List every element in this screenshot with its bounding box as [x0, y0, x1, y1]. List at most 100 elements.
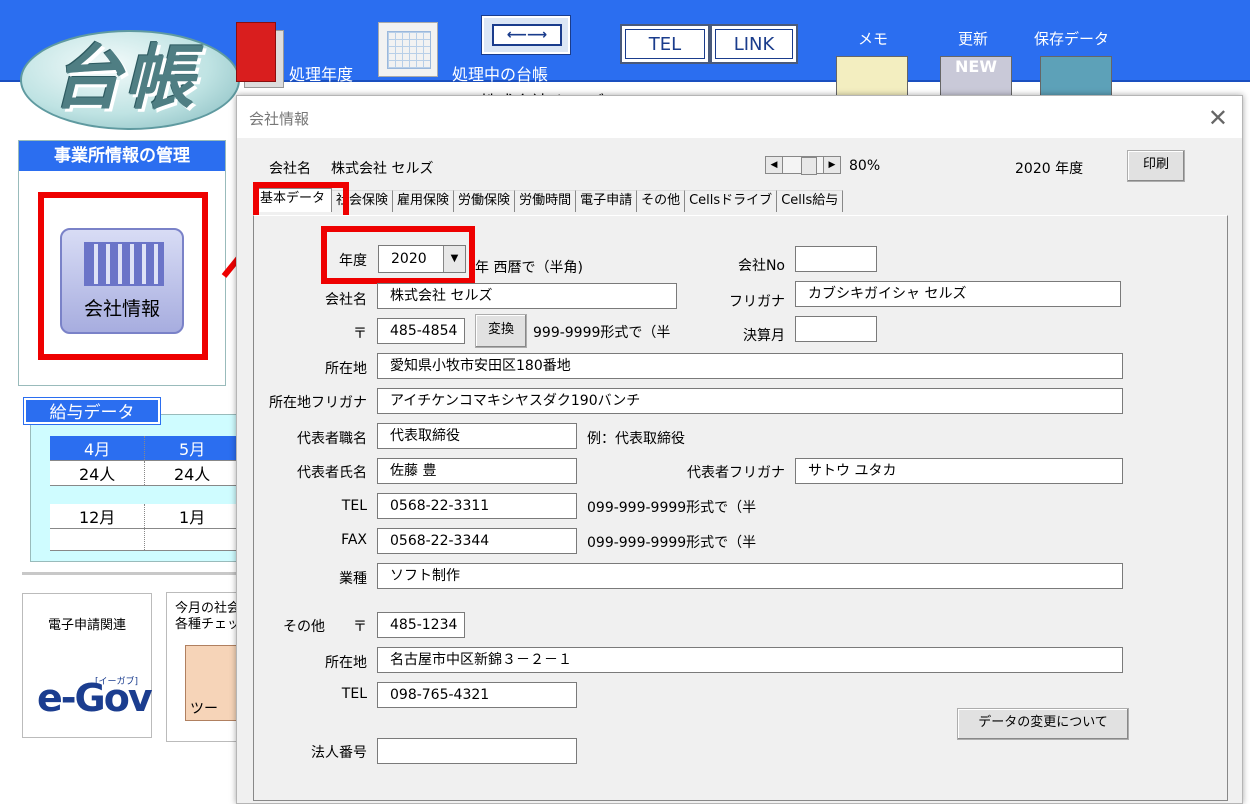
tel-label: TEL [341, 498, 367, 514]
year-select[interactable]: 2020 ▼ [378, 245, 466, 273]
company-no-field[interactable] [795, 246, 877, 272]
tab-other[interactable]: その他 [637, 190, 686, 212]
salary-grid-top: 4月 5月 24人 24人 [50, 436, 240, 486]
address-field[interactable]: 愛知県小牧市安田区180番地 [377, 353, 1123, 379]
count-cell[interactable]: 24人 [50, 460, 146, 486]
company-info-button[interactable]: 会社情報 [38, 192, 208, 360]
month-cell[interactable]: 4月 [50, 436, 146, 461]
header-company-label: 会社名 [269, 161, 311, 177]
industry-field[interactable]: ソフト制作 [377, 563, 1123, 589]
year-note: 年 西暦で（半角) [475, 260, 583, 276]
update-new-icon[interactable]: NEW [940, 56, 1012, 96]
double-arrow-icon: ⟵⟶ [492, 24, 562, 46]
rep-title-field[interactable]: 代表取締役 [377, 423, 577, 449]
fax-note: 099-999-9999形式で（半 [587, 535, 757, 551]
monthly-check-title: 今月の社会 各種チェッ [175, 601, 241, 632]
tab-bar: 基本データ 社会保険 雇用保険 労働保険 労働時間 電子申請 その他 Cellsドライブ Cel… [253, 188, 844, 212]
egov-logo-icon: e-Gov [37, 676, 153, 720]
salary-data-title: 給与データ [23, 397, 161, 425]
ledger-book-icon[interactable] [236, 22, 286, 88]
calendar-icon[interactable] [378, 22, 438, 77]
zoom-increase-icon[interactable]: ▶ [823, 156, 841, 174]
processing-year-label: 処理年度 [289, 65, 354, 84]
chevron-down-icon[interactable]: ▼ [443, 246, 465, 272]
corp-number-label: 法人番号 [311, 745, 367, 761]
tab-cells-salary[interactable]: Cells給与 [777, 190, 844, 212]
month-cell[interactable]: 5月 [144, 436, 240, 461]
name-field[interactable]: 株式会社 セルズ [377, 283, 677, 309]
header-company-value: 株式会社 セルズ [331, 161, 434, 177]
year-label: 年度 [339, 253, 367, 269]
tab-e-application[interactable]: 電子申請 [576, 190, 638, 212]
switch-arrows-button[interactable]: ⟵⟶ [481, 15, 571, 55]
company-building-icon: 会社情報 [60, 228, 184, 334]
rep-title-note: 例：代表取締役 [587, 431, 685, 447]
address-label: 所在地 [325, 361, 367, 377]
zip-note: 999-9999形式で（半 [533, 325, 671, 341]
corp-number-field[interactable] [377, 738, 577, 764]
office-management-title: 事業所情報の管理 [19, 141, 225, 171]
zoom-decrease-icon[interactable]: ◀ [765, 156, 783, 174]
salary-grid-bottom: 12月 1月 [50, 504, 240, 551]
tab-cells-drive[interactable]: Cellsドライブ [685, 190, 778, 212]
name-label: 会社名 [325, 292, 367, 308]
briefcase-icon[interactable] [1040, 56, 1112, 96]
tab-basic-data[interactable]: 基本データ [253, 188, 333, 212]
company-info-button-label: 会社情報 [83, 298, 160, 320]
furigana-field[interactable]: カブシキガイシャ セルズ [795, 281, 1121, 307]
rep-title-label: 代表者職名 [297, 431, 367, 447]
data-change-info-button[interactable]: データの変更について [957, 708, 1129, 740]
dialog-title: 会社情報 [249, 110, 310, 128]
company-info-dialog: 会社情報 ✕ 会社名 株式会社 セルズ ◀ ▶ 80% 2020 年度 印刷 基… [236, 95, 1243, 804]
egov-title: 電子申請関連 [47, 618, 126, 633]
fax-label: FAX [341, 532, 367, 548]
egov-button[interactable]: 電子申請関連 [イーガブ] e-Gov [22, 593, 153, 738]
app-logo-text: 台帳 [52, 36, 196, 119]
fiscal-month-label: 決算月 [743, 328, 785, 344]
other-zip-label: 〒 [353, 619, 367, 635]
address-kana-field[interactable]: アイチケンコマキシヤスダク190バンチ [377, 388, 1123, 414]
zoom-scrollbar[interactable]: ◀ ▶ [765, 156, 841, 175]
memo-label: メモ [858, 30, 889, 48]
other-tel-field[interactable]: 098-765-4321 [377, 682, 577, 708]
furigana-label: フリガナ [729, 294, 785, 310]
tab-employment-insurance[interactable]: 雇用保険 [393, 190, 455, 212]
link-button[interactable]: LINK [710, 24, 798, 64]
tel-button[interactable]: TEL [620, 24, 710, 64]
rep-kana-field[interactable]: サトウ ユタカ [795, 458, 1123, 484]
update-label: 更新 [958, 30, 989, 48]
zip-field[interactable]: 485-4854 [377, 318, 465, 344]
zoom-thumb[interactable] [801, 157, 817, 175]
other-address-label: 所在地 [325, 655, 367, 671]
industry-label: 業種 [339, 571, 367, 587]
company-no-label: 会社No [737, 258, 785, 274]
close-icon[interactable]: ✕ [1208, 104, 1228, 132]
count-cell[interactable] [144, 528, 240, 551]
dialog-titlebar: 会社情報 ✕ [237, 96, 1242, 138]
rep-name-field[interactable]: 佐藤 豊 [377, 458, 577, 484]
tab-labor-insurance[interactable]: 労働保険 [454, 190, 516, 212]
tel-field[interactable]: 0568-22-3311 [377, 493, 577, 519]
other-zip-field[interactable]: 485-1234 [377, 612, 465, 638]
fiscal-month-field[interactable] [795, 316, 877, 342]
other-label: その他 [283, 619, 325, 635]
tab-working-hours[interactable]: 労働時間 [515, 190, 577, 212]
rep-kana-label: 代表者フリガナ [687, 465, 785, 481]
checklist-icon: ツー [185, 645, 241, 721]
tel-note: 099-999-9999形式で（半 [587, 500, 757, 516]
month-cell[interactable]: 1月 [144, 504, 240, 529]
tab-social-insurance[interactable]: 社会保険 [332, 190, 394, 212]
convert-button[interactable]: 変換 [475, 314, 527, 348]
memo-icon[interactable] [836, 56, 908, 96]
count-cell[interactable] [50, 528, 146, 551]
divider [22, 572, 237, 575]
fax-field[interactable]: 0568-22-3344 [377, 528, 577, 554]
zip-label: 〒 [353, 326, 367, 342]
month-cell[interactable]: 12月 [50, 504, 146, 529]
print-button[interactable]: 印刷 [1127, 150, 1185, 182]
processing-ledger-label: 処理中の台帳 [452, 65, 549, 84]
address-kana-label: 所在地フリガナ [269, 395, 367, 411]
count-cell[interactable]: 24人 [144, 460, 240, 486]
monthly-check-button[interactable]: 今月の社会 各種チェッ ツー [166, 592, 246, 742]
other-address-field[interactable]: 名古屋市中区新錦３－２－１ [377, 647, 1123, 673]
